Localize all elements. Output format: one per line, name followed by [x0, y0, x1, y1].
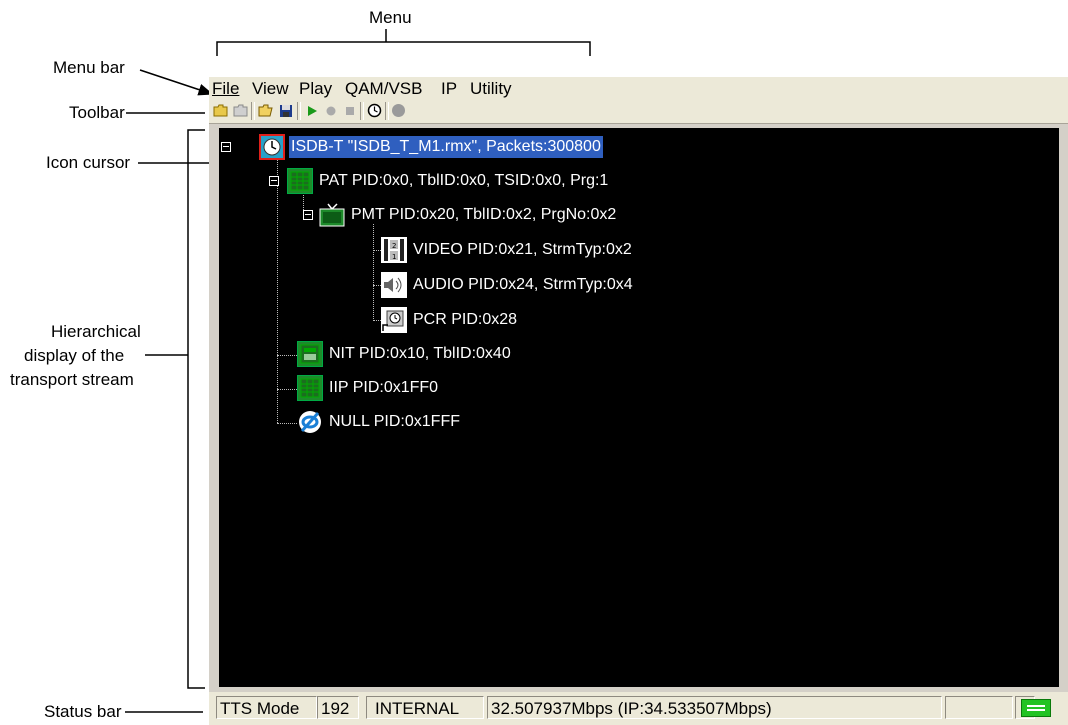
- status-bar: TTS Mode 192 INTERNAL 32.507937Mbps (IP:…: [209, 692, 1068, 725]
- tree-node-root[interactable]: ISDB-T "ISDB_T_M1.rmx", Packets:300800: [259, 133, 603, 161]
- menu-qam-vsb-label: QAM/VSB: [345, 79, 423, 98]
- tree-node-nit-label: NIT PID:0x10, TblID:0x40: [329, 345, 511, 362]
- hierarchical-callout-line3: transport stream: [10, 370, 134, 389]
- menu-view-label: View: [252, 79, 289, 98]
- menu-utility-label: Utility: [470, 79, 512, 98]
- tree-connector: [277, 423, 297, 424]
- tree-node-pcr-label: PCR PID:0x28: [413, 311, 518, 328]
- hierarchical-callout-line1: Hierarchical: [51, 322, 141, 341]
- tree-node-pat-label: PAT PID:0x0, TblID:0x0, TSID:0x0, Prg:1: [319, 172, 609, 189]
- menu-bar-callout: Menu bar: [53, 58, 125, 77]
- null-packet-icon: [297, 409, 323, 435]
- svg-text:1: 1: [392, 253, 396, 261]
- led-stripe: [1027, 705, 1045, 707]
- tree-connector: [373, 250, 381, 251]
- tree-connector: [277, 355, 297, 356]
- toolbar-separator: [385, 102, 389, 120]
- analyzer-window: File View Play QAM/VSB IP Utility ISDB-T…: [209, 77, 1068, 725]
- status-empty-cell: [945, 696, 1013, 719]
- tree-node-pat[interactable]: PAT PID:0x0, TblID:0x0, TSID:0x0, Prg:1: [287, 167, 610, 195]
- menu-file[interactable]: File: [212, 79, 239, 99]
- menu-callout: Menu: [369, 8, 412, 27]
- save-icon[interactable]: [277, 102, 294, 119]
- menu-view[interactable]: View: [252, 79, 289, 99]
- status-clock-source: INTERNAL: [366, 696, 484, 719]
- clock-icon[interactable]: [366, 102, 383, 119]
- status-mode: TTS Mode: [216, 696, 317, 719]
- tree-connector: [373, 285, 381, 286]
- menu-file-label: File: [212, 79, 240, 98]
- stop-icon[interactable]: [341, 102, 358, 119]
- tree-node-null[interactable]: NULL PID:0x1FFF: [297, 408, 462, 436]
- icon-cursor-callout: Icon cursor: [46, 153, 131, 172]
- table-icon: [287, 168, 313, 194]
- tree-node-nit[interactable]: NIT PID:0x10, TblID:0x40: [297, 340, 513, 368]
- new-folder-icon[interactable]: [212, 102, 229, 119]
- menu-ip[interactable]: IP: [441, 79, 457, 99]
- toolbar-callout: Toolbar: [69, 103, 125, 122]
- tree-node-video-label: VIDEO PID:0x21, StrmTyp:0x2: [413, 241, 632, 258]
- toolbar-separator: [360, 102, 364, 120]
- open-icon[interactable]: [257, 102, 274, 119]
- status-packet-size: 192: [317, 696, 359, 719]
- collapse-toggle[interactable]: [303, 210, 313, 220]
- menu-play[interactable]: Play: [299, 79, 332, 99]
- status-rate: 32.507937Mbps (IP:34.533507Mbps): [487, 696, 942, 719]
- toolbar: [209, 99, 1068, 124]
- hierarchical-callout-line2: display of the: [24, 346, 125, 365]
- toolbar-separator: [297, 102, 301, 120]
- speaker-icon: [381, 272, 407, 298]
- menu-qam-vsb[interactable]: QAM/VSB: [345, 79, 422, 99]
- iip-table-icon: [297, 375, 323, 401]
- record-icon[interactable]: [322, 102, 339, 119]
- menu-ip-label: IP: [441, 79, 458, 98]
- collapse-toggle[interactable]: [269, 176, 279, 186]
- tree-connector: [277, 158, 278, 423]
- status-bar-callout: Status bar: [44, 702, 122, 721]
- led-stripe: [1027, 709, 1045, 711]
- menu-bar: File View Play QAM/VSB IP Utility: [209, 77, 1068, 100]
- status-led-icon: [1021, 699, 1051, 717]
- menu-play-label: Play: [299, 79, 333, 98]
- tree-connector: [373, 224, 374, 321]
- tree-node-audio-label: AUDIO PID:0x24, StrmTyp:0x4: [413, 276, 633, 293]
- tree-node-root-label: ISDB-T "ISDB_T_M1.rmx", Packets:300800: [289, 136, 603, 158]
- tree-node-iip-label: IIP PID:0x1FF0: [329, 379, 439, 396]
- transport-stream-tree[interactable]: ISDB-T "ISDB_T_M1.rmx", Packets:300800 P…: [219, 128, 1059, 687]
- film-icon: 21: [381, 237, 407, 263]
- nit-table-icon: [297, 341, 323, 367]
- isdb-t-clock-icon: [259, 134, 285, 160]
- tree-node-iip[interactable]: IIP PID:0x1FF0: [297, 374, 440, 402]
- play-icon[interactable]: [303, 102, 320, 119]
- menu-utility[interactable]: Utility: [470, 79, 512, 99]
- tree-node-null-label: NULL PID:0x1FFF: [329, 413, 460, 430]
- tree-node-video[interactable]: 21 VIDEO PID:0x21, StrmTyp:0x2: [381, 236, 634, 264]
- toolbar-separator: [251, 102, 255, 120]
- tree-node-pmt-label: PMT PID:0x20, TblID:0x2, PrgNo:0x2: [351, 206, 617, 223]
- svg-text:2: 2: [392, 242, 396, 250]
- tree-connector: [277, 389, 297, 390]
- tv-icon: [319, 202, 345, 228]
- folder-icon[interactable]: [232, 102, 249, 119]
- tree-node-pmt[interactable]: PMT PID:0x20, TblID:0x2, PrgNo:0x2: [319, 201, 618, 229]
- circle-icon[interactable]: [390, 102, 407, 119]
- collapse-toggle[interactable]: [221, 142, 231, 152]
- tree-connector: [373, 320, 381, 321]
- tree-node-audio[interactable]: AUDIO PID:0x24, StrmTyp:0x4: [381, 271, 635, 299]
- tree-node-pcr[interactable]: PCR PID:0x28: [381, 306, 519, 334]
- pcr-clock-icon: [381, 307, 407, 333]
